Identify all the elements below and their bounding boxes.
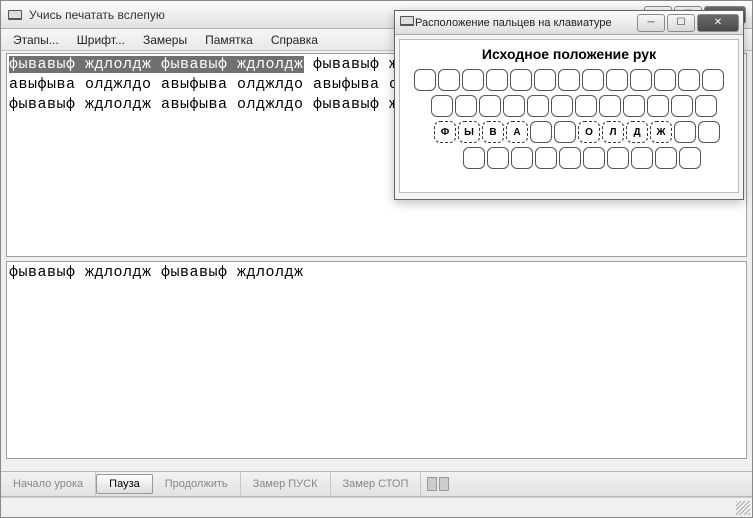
key-blank — [671, 95, 693, 117]
resize-grip[interactable] — [736, 501, 750, 515]
sub-heading: Исходное положение рук — [406, 46, 732, 62]
key-blank — [678, 69, 700, 91]
sub-titlebar[interactable]: Расположение пальцев на клавиатуре ─ ☐ ✕ — [395, 11, 743, 35]
start-lesson-button[interactable]: Начало урока — [1, 472, 96, 496]
menu-font[interactable]: Шрифт... — [69, 31, 133, 49]
key-blank — [535, 147, 557, 169]
key-blank — [583, 147, 605, 169]
measure-start-button[interactable]: Замер ПУСК — [241, 472, 331, 496]
key-blank — [511, 147, 533, 169]
key-blank — [530, 121, 552, 143]
key-blank — [463, 147, 485, 169]
key-home-l: Л — [602, 121, 624, 143]
key-blank — [558, 69, 580, 91]
kb-row-2 — [406, 94, 732, 118]
pause-button[interactable]: Пауза — [96, 474, 153, 494]
bottom-toolbar: Начало урока Пауза Продолжить Замер ПУСК… — [1, 471, 752, 497]
kb-home-row: Ф Ы В А О Л Д Ж — [406, 120, 732, 144]
key-blank — [503, 95, 525, 117]
key-home-d: Д — [626, 121, 648, 143]
app-icon — [7, 7, 23, 23]
kb-row-4 — [406, 146, 732, 170]
sub-maximize-button[interactable]: ☐ — [667, 14, 695, 32]
exercise-completed: фывавыф ждлолдж фывавыф ждлолдж — [9, 56, 304, 73]
progress-indicator — [421, 472, 455, 496]
key-home-zh: Ж — [650, 121, 672, 143]
key-blank — [698, 121, 720, 143]
input-panel[interactable]: фывавыф ждлолдж фывавыф ждлолдж — [6, 261, 747, 459]
progress-bar-1 — [427, 477, 437, 491]
key-blank — [462, 69, 484, 91]
key-blank — [575, 95, 597, 117]
sub-minimize-button[interactable]: ─ — [637, 14, 665, 32]
key-home-f: Ф — [434, 121, 456, 143]
key-blank — [599, 95, 621, 117]
key-blank — [654, 69, 676, 91]
sub-close-button[interactable]: ✕ — [697, 14, 739, 32]
menu-memo[interactable]: Памятка — [197, 31, 261, 49]
key-blank — [510, 69, 532, 91]
key-home-o: О — [578, 121, 600, 143]
key-blank — [438, 69, 460, 91]
progress-bar-2 — [439, 477, 449, 491]
sub-window-controls: ─ ☐ ✕ — [637, 14, 739, 32]
key-home-y: Ы — [458, 121, 480, 143]
key-blank — [534, 69, 556, 91]
measure-stop-button[interactable]: Замер СТОП — [331, 472, 422, 496]
key-blank — [631, 147, 653, 169]
typed-text: фывавыф ждлолдж фывавыф ждлолдж — [7, 262, 746, 284]
sub-title: Расположение пальцев на клавиатуре — [415, 17, 637, 29]
menu-stages[interactable]: Этапы... — [5, 31, 67, 49]
key-blank — [487, 147, 509, 169]
key-home-v: В — [482, 121, 504, 143]
key-blank — [479, 95, 501, 117]
key-blank — [559, 147, 581, 169]
key-blank — [527, 95, 549, 117]
kb-row-1 — [406, 68, 732, 92]
key-blank — [679, 147, 701, 169]
continue-button[interactable]: Продолжить — [153, 472, 241, 496]
key-blank — [414, 69, 436, 91]
key-blank — [647, 95, 669, 117]
key-blank — [630, 69, 652, 91]
statusbar — [1, 497, 752, 517]
key-blank — [655, 147, 677, 169]
menu-measures[interactable]: Замеры — [135, 31, 195, 49]
sub-app-icon — [399, 13, 415, 32]
key-blank — [606, 69, 628, 91]
key-blank — [455, 95, 477, 117]
key-blank — [551, 95, 573, 117]
key-blank — [486, 69, 508, 91]
key-blank — [674, 121, 696, 143]
keyboard-layout-window[interactable]: Расположение пальцев на клавиатуре ─ ☐ ✕… — [394, 10, 744, 200]
key-blank — [431, 95, 453, 117]
key-home-a: А — [506, 121, 528, 143]
key-blank — [607, 147, 629, 169]
keyboard-diagram: Исходное положение рук Ф Ы В А О Л Д Ж — [399, 39, 739, 193]
key-blank — [582, 69, 604, 91]
key-blank — [623, 95, 645, 117]
key-blank — [554, 121, 576, 143]
key-blank — [702, 69, 724, 91]
key-blank — [695, 95, 717, 117]
menu-help[interactable]: Справка — [263, 31, 326, 49]
